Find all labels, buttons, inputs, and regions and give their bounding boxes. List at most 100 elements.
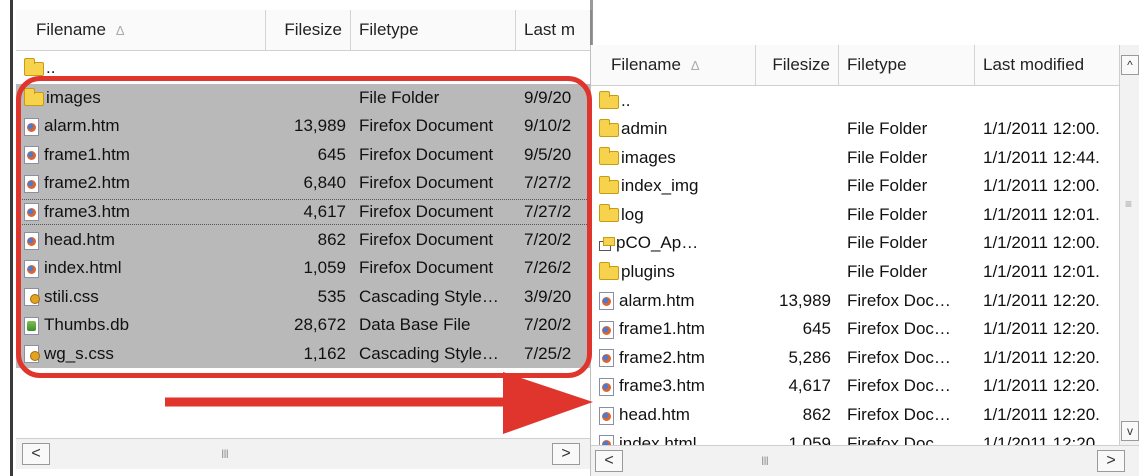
file-type: Firefox Document (359, 116, 494, 136)
file-row[interactable]: Thumbs.db 28,672 Data Base File 7/20/2 (16, 311, 590, 340)
left-column-header: Filename Δ Filesize Filetype Last m (16, 10, 590, 51)
right-vertical-scrollbar[interactable]: ^ ≡ v (1119, 45, 1139, 445)
remote-file-list: Filename Δ Filesize Filetype Last modifie… (590, 45, 1139, 476)
application-folder-icon (599, 236, 615, 251)
file-last-modified: 1/1/2011 12:20. (983, 290, 1100, 310)
file-last-modified: 1/1/2011 12:20. (983, 405, 1100, 424)
file-size (756, 258, 831, 286)
column-filename-label: Filename (611, 55, 681, 74)
file-size (756, 201, 831, 229)
file-row[interactable]: alarm.htm 13,989 Firefox Doc… 1/1/2011 12:2… (591, 287, 1120, 316)
file-last-modified: 7/20/2 (524, 315, 572, 335)
file-last-modified: 1/1/2011 12:00. (983, 119, 1100, 138)
left-horizontal-scrollbar[interactable]: < III > (16, 438, 590, 469)
file-row[interactable]: stili.css 535 Cascading Style… 3/9/20 (16, 282, 590, 312)
file-name: images (46, 88, 101, 107)
file-row[interactable]: index.html 1,059 Firefox Document 7/26/2 (16, 254, 590, 283)
file-row[interactable]: frame2.htm 6,840 Firefox Document 7/27/2 (16, 169, 590, 198)
file-row[interactable]: wg_s.css 1,162 Cascading Style… 7/25/2 (16, 339, 590, 368)
file-type: File Folder (847, 147, 928, 167)
file-name-cell: wg_s.css (24, 340, 264, 368)
right-horizontal-scrollbar[interactable]: < III > (591, 445, 1139, 476)
file-row[interactable]: admin File Folder 1/1/2011 12:00. (591, 115, 1120, 144)
scroll-up-button[interactable]: ^ (1121, 55, 1139, 75)
file-size: 645 (802, 319, 831, 339)
file-type: Firefox Doc… (847, 319, 951, 339)
file-name-cell: Thumbs.db (24, 311, 264, 339)
file-type: File Folder (847, 233, 928, 253)
file-last-modified: 1/1/2011 12:44. (983, 147, 1100, 167)
file-type: Cascading Style… (359, 286, 499, 306)
column-filename[interactable]: Filename Δ (591, 45, 756, 85)
file-row[interactable]: frame2.htm 5,286 Firefox Doc… 1/1/2011 12:2… (591, 344, 1120, 373)
file-type: File Folder (847, 204, 928, 224)
file-size: 1,162 (303, 343, 346, 363)
file-row[interactable]: frame1.htm 645 Firefox Document 9/5/20 (16, 140, 590, 170)
scrollbar-grip-icon[interactable]: ≡ (1125, 197, 1132, 211)
file-size: 13,989 (294, 116, 346, 136)
file-row[interactable]: log File Folder 1/1/2011 12:01. (591, 201, 1120, 230)
parent-directory-label: .. (46, 58, 56, 77)
file-row[interactable]: alarm.htm 13,989 Firefox Document 9/10/2 (16, 112, 590, 141)
file-row[interactable]: images File Folder 1/1/2011 12:44. (591, 144, 1120, 173)
file-type: Firefox Doc… (847, 405, 951, 424)
sort-ascending-icon: Δ (115, 23, 125, 38)
file-row[interactable]: head.htm 862 Firefox Document 7/20/2 (16, 226, 590, 255)
folder-icon (24, 57, 44, 76)
scroll-right-button[interactable]: > (1097, 450, 1125, 472)
folder-icon (599, 261, 619, 280)
file-name-cell: frame1.htm (24, 141, 264, 169)
file-name: head.htm (44, 230, 115, 249)
column-filetype[interactable]: Filetype (839, 45, 975, 85)
file-type: Cascading Style… (359, 343, 499, 363)
right-column-header: Filename Δ Filesize Filetype Last modifie… (591, 45, 1120, 86)
database-file-icon (24, 316, 39, 335)
firefox-document-icon (24, 117, 39, 136)
column-filename-label: Filename (36, 20, 106, 39)
column-filesize[interactable]: Filesize (756, 45, 839, 85)
file-row[interactable]: frame3.htm 4,617 Firefox Document 7/27/2 (16, 197, 590, 226)
file-row[interactable]: pCO_Ap… File Folder 1/1/2011 12:00. (591, 229, 1120, 258)
file-size: 6,840 (303, 173, 346, 193)
scroll-left-button[interactable]: < (22, 443, 50, 465)
file-last-modified: 3/9/20 (524, 286, 572, 306)
scrollbar-grip-icon[interactable]: III (761, 454, 769, 468)
parent-directory-row[interactable]: .. (16, 54, 590, 82)
window-left-edge (0, 0, 13, 476)
scroll-down-button[interactable]: v (1121, 421, 1139, 441)
file-row[interactable]: frame3.htm 4,617 Firefox Doc… 1/1/2011 12:2… (591, 372, 1120, 401)
css-file-icon (24, 288, 40, 307)
scroll-left-button[interactable]: < (595, 450, 623, 472)
scroll-right-button[interactable]: > (552, 443, 580, 465)
file-type: File Folder (847, 262, 928, 281)
file-name-cell: frame3.htm (24, 198, 264, 226)
file-name-cell: pCO_Ap… (599, 229, 759, 257)
file-size (756, 172, 831, 200)
file-row[interactable]: index_img File Folder 1/1/2011 12:00. (591, 172, 1120, 201)
file-row[interactable]: frame1.htm 645 Firefox Doc… 1/1/2011 12:20. (591, 315, 1120, 344)
file-row[interactable]: head.htm 862 Firefox Doc… 1/1/2011 12:20. (591, 401, 1120, 430)
parent-directory-label: .. (621, 91, 631, 110)
firefox-document-icon (599, 349, 614, 368)
file-last-modified: 9/9/20 (524, 88, 572, 107)
file-last-modified: 7/27/2 (524, 173, 572, 193)
file-size: 1,059 (303, 258, 346, 278)
file-type: Firefox Document (359, 201, 494, 221)
file-type: Firefox Document (359, 230, 494, 249)
scrollbar-grip-icon[interactable]: III (221, 447, 229, 461)
file-last-modified: 1/1/2011 12:20. (983, 347, 1100, 367)
file-row[interactable]: plugins File Folder 1/1/2011 12:01. (591, 258, 1120, 287)
column-filesize[interactable]: Filesize (266, 10, 351, 50)
parent-directory-row[interactable]: .. (591, 87, 1139, 115)
file-last-modified: 9/10/2 (524, 116, 572, 136)
file-row[interactable]: images File Folder 9/9/20 (16, 84, 590, 113)
file-last-modified: 1/1/2011 12:01. (983, 262, 1100, 281)
column-last-modified[interactable]: Last modified (975, 45, 1120, 85)
file-name-cell: frame2.htm (24, 169, 264, 197)
column-last-modified[interactable]: Last m (516, 10, 590, 50)
file-size: 862 (317, 230, 346, 249)
column-filetype[interactable]: Filetype (351, 10, 516, 50)
column-filename[interactable]: Filename Δ (16, 10, 266, 50)
folder-icon (24, 87, 44, 106)
file-last-modified: 1/1/2011 12:01. (983, 204, 1100, 224)
